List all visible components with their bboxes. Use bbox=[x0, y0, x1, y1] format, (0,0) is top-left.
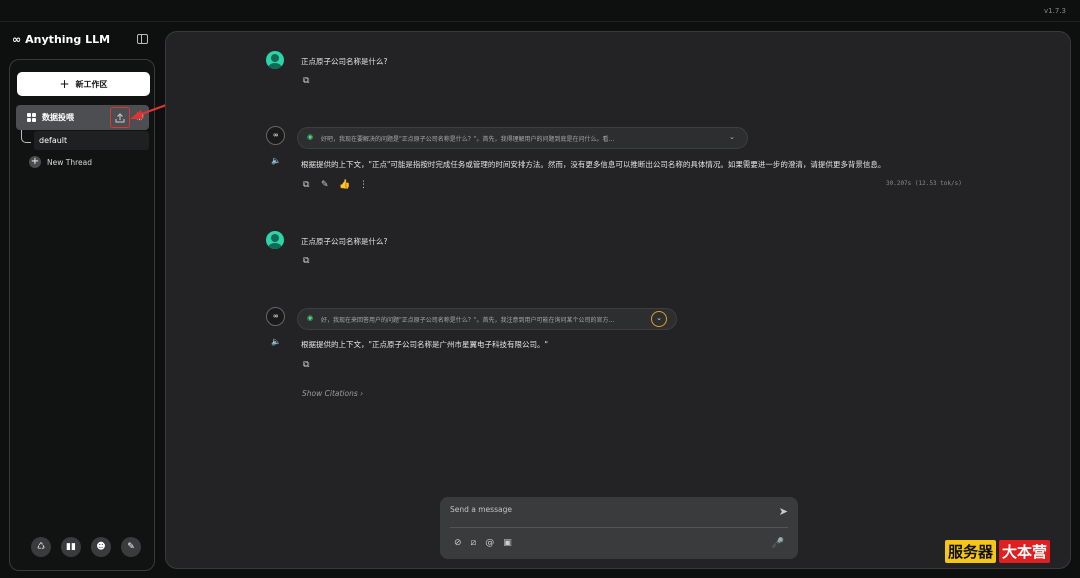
new-thread-label: New Thread bbox=[47, 157, 92, 167]
show-citations-link[interactable]: Show Citations › bbox=[302, 389, 363, 398]
community-icon[interactable]: ♺ bbox=[31, 537, 51, 557]
sidebar-item-workspace[interactable]: 数据投喂 ⚙ bbox=[16, 105, 149, 130]
speaker-icon[interactable]: 🔈 bbox=[271, 337, 281, 346]
plus-circle-icon: + bbox=[29, 156, 41, 168]
upload-button[interactable] bbox=[110, 107, 130, 128]
upload-icon bbox=[115, 112, 125, 122]
show-citations-label: Show Citations bbox=[302, 389, 358, 398]
discord-icon[interactable]: ☻ bbox=[91, 537, 111, 557]
assistant-avatar: ∞ bbox=[266, 307, 285, 326]
thread-branch-line bbox=[21, 130, 31, 143]
sidebar: + 新工作区 数据投喂 ⚙ default + New Thread ♺ ▮▮ … bbox=[9, 59, 155, 571]
docs-icon[interactable]: ▮▮ bbox=[61, 537, 81, 557]
text-size-icon[interactable]: ▣ bbox=[503, 538, 512, 548]
new-workspace-label: 新工作区 bbox=[75, 79, 108, 89]
assistant-message-1: 根据提供的上下文，"正点"可能是指按时完成任务或管理的时间安排方法。然而，没有更… bbox=[301, 160, 886, 169]
message-input[interactable]: Send a message bbox=[450, 505, 512, 514]
send-icon[interactable]: ➤ bbox=[779, 505, 788, 518]
copy-icon[interactable]: ⧉ bbox=[303, 256, 309, 266]
sidebar-footer: ♺ ▮▮ ☻ ✎ bbox=[31, 537, 141, 557]
brand-name: Anything LLM bbox=[25, 33, 111, 46]
settings-icon[interactable]: ✎ bbox=[121, 537, 141, 557]
new-thread-button[interactable]: + New Thread bbox=[29, 156, 92, 168]
thumbs-up-icon[interactable]: 👍 bbox=[339, 180, 350, 190]
assistant-avatar: ∞ bbox=[266, 126, 285, 145]
attach-icon[interactable]: ⊘ bbox=[454, 538, 462, 548]
workspace-grid-icon bbox=[27, 113, 36, 122]
chat-panel: 正点原子公司名称是什么? ⧉ ∞ 🔈 ◉ 好吧，我现在要解决的问题是"正点原子公… bbox=[165, 31, 1071, 569]
watermark: 服务器 大本营 bbox=[945, 540, 1051, 563]
message-composer: Send a message ➤ ⊘ ⧄ @ ▣ 🎤 bbox=[440, 497, 798, 559]
version-label: v1.7.3 bbox=[1044, 7, 1066, 15]
speaker-icon[interactable]: 🔈 bbox=[271, 156, 281, 165]
at-mention-icon[interactable]: @ bbox=[485, 538, 494, 548]
plus-icon: + bbox=[59, 77, 70, 91]
edit-icon[interactable]: ✎ bbox=[321, 180, 329, 190]
chevron-down-icon[interactable]: ⌄ bbox=[729, 133, 735, 141]
copy-icon[interactable]: ⧉ bbox=[303, 360, 309, 370]
chevron-down-icon[interactable]: ⌄ bbox=[651, 311, 667, 327]
copy-icon[interactable]: ⧉ bbox=[303, 180, 309, 190]
watermark-part-2: 大本营 bbox=[999, 540, 1051, 563]
watermark-part-1: 服务器 bbox=[945, 540, 997, 563]
gear-icon[interactable]: ⚙ bbox=[133, 110, 146, 123]
assistant-message-2: 根据提供的上下文，"正点原子公司名称是广州市星翼电子科技有限公司。" bbox=[301, 340, 548, 349]
thought-bar[interactable]: ◉ 好吧，我现在要解决的问题是"正点原子公司名称是什么？"。首先，我得理解用户的… bbox=[297, 127, 748, 149]
user-message-1: 正点原子公司名称是什么? bbox=[301, 57, 388, 66]
copy-icon[interactable]: ⧉ bbox=[303, 76, 309, 86]
user-message-2: 正点原子公司名称是什么? bbox=[301, 237, 388, 246]
eye-icon: ◉ bbox=[307, 133, 314, 141]
brand-logo-icon: ∞ bbox=[12, 33, 21, 46]
sidebar-toggle-icon[interactable] bbox=[137, 34, 148, 44]
thought-text: 好，我现在来回答用户的问题"正点原子公司名称是什么？"。首先，我注意到用户可能在… bbox=[321, 317, 615, 324]
new-workspace-button[interactable]: + 新工作区 bbox=[17, 72, 150, 96]
top-bar: v1.7.3 bbox=[0, 0, 1080, 22]
microphone-icon[interactable]: 🎤 bbox=[772, 538, 784, 549]
composer-tools: ⊘ ⧄ @ ▣ bbox=[454, 538, 512, 548]
brand: ∞ Anything LLM bbox=[12, 33, 110, 46]
eye-icon: ◉ bbox=[307, 314, 314, 322]
workspace-name: 数据投喂 bbox=[42, 113, 74, 122]
user-avatar bbox=[266, 231, 284, 249]
more-icon[interactable]: ⋮ bbox=[359, 180, 368, 190]
thought-bar[interactable]: ◉ 好，我现在来回答用户的问题"正点原子公司名称是什么？"。首先，我注意到用户可… bbox=[297, 308, 677, 330]
thread-item-default[interactable]: default bbox=[34, 131, 149, 150]
user-avatar bbox=[266, 51, 284, 69]
thought-text: 好吧，我现在要解决的问题是"正点原子公司名称是什么？"。首先，我得理解用户的问题… bbox=[321, 136, 615, 143]
slash-command-icon[interactable]: ⧄ bbox=[471, 538, 477, 548]
composer-divider bbox=[450, 527, 788, 528]
generation-stats: 30.207s (12.53 tok/s) bbox=[886, 180, 962, 187]
